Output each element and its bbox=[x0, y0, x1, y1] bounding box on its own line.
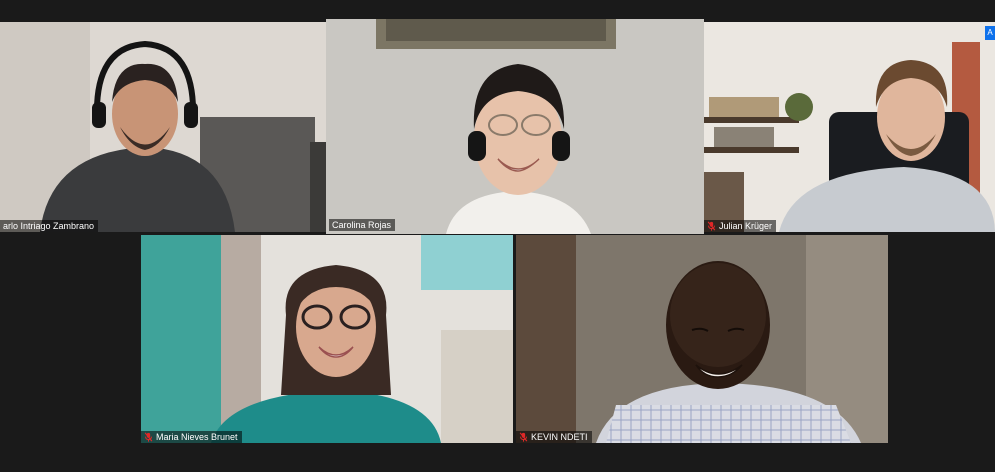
video-tile-carolina[interactable]: Carolina Rojas bbox=[326, 19, 704, 234]
video-tile-carlo[interactable]: arlo Intriago Zambrano bbox=[0, 22, 326, 232]
participant-video bbox=[326, 19, 704, 234]
participant-video bbox=[0, 22, 326, 232]
corner-badge[interactable]: A bbox=[985, 26, 995, 40]
participant-video bbox=[516, 235, 888, 443]
participant-name: Maria Nieves Brunet bbox=[156, 432, 238, 442]
participant-name: Carolina Rojas bbox=[332, 220, 392, 230]
participant-name: arlo Intriago Zambrano bbox=[3, 221, 95, 231]
participant-name-tag: Maria Nieves Brunet bbox=[141, 431, 242, 443]
participant-video bbox=[704, 22, 995, 232]
muted-mic-icon bbox=[519, 432, 528, 442]
participant-video bbox=[141, 235, 513, 443]
participant-name-tag: KEVIN NDETI bbox=[516, 431, 592, 443]
video-tile-julian[interactable]: Julian Krüger A bbox=[704, 22, 995, 232]
participant-name: Julian Krüger bbox=[719, 221, 773, 231]
muted-mic-icon bbox=[707, 221, 716, 231]
participant-name: KEVIN NDETI bbox=[531, 432, 588, 442]
participant-name-tag: arlo Intriago Zambrano bbox=[0, 220, 99, 232]
video-tile-maria[interactable]: Maria Nieves Brunet bbox=[141, 235, 513, 443]
video-tile-kevin[interactable]: KEVIN NDETI bbox=[516, 235, 888, 443]
video-grid: arlo Intriago Zambrano Carolina Rojas Ju… bbox=[0, 0, 995, 472]
participant-name-tag: Carolina Rojas bbox=[329, 219, 396, 231]
participant-name-tag: Julian Krüger bbox=[704, 220, 777, 232]
muted-mic-icon bbox=[144, 432, 153, 442]
